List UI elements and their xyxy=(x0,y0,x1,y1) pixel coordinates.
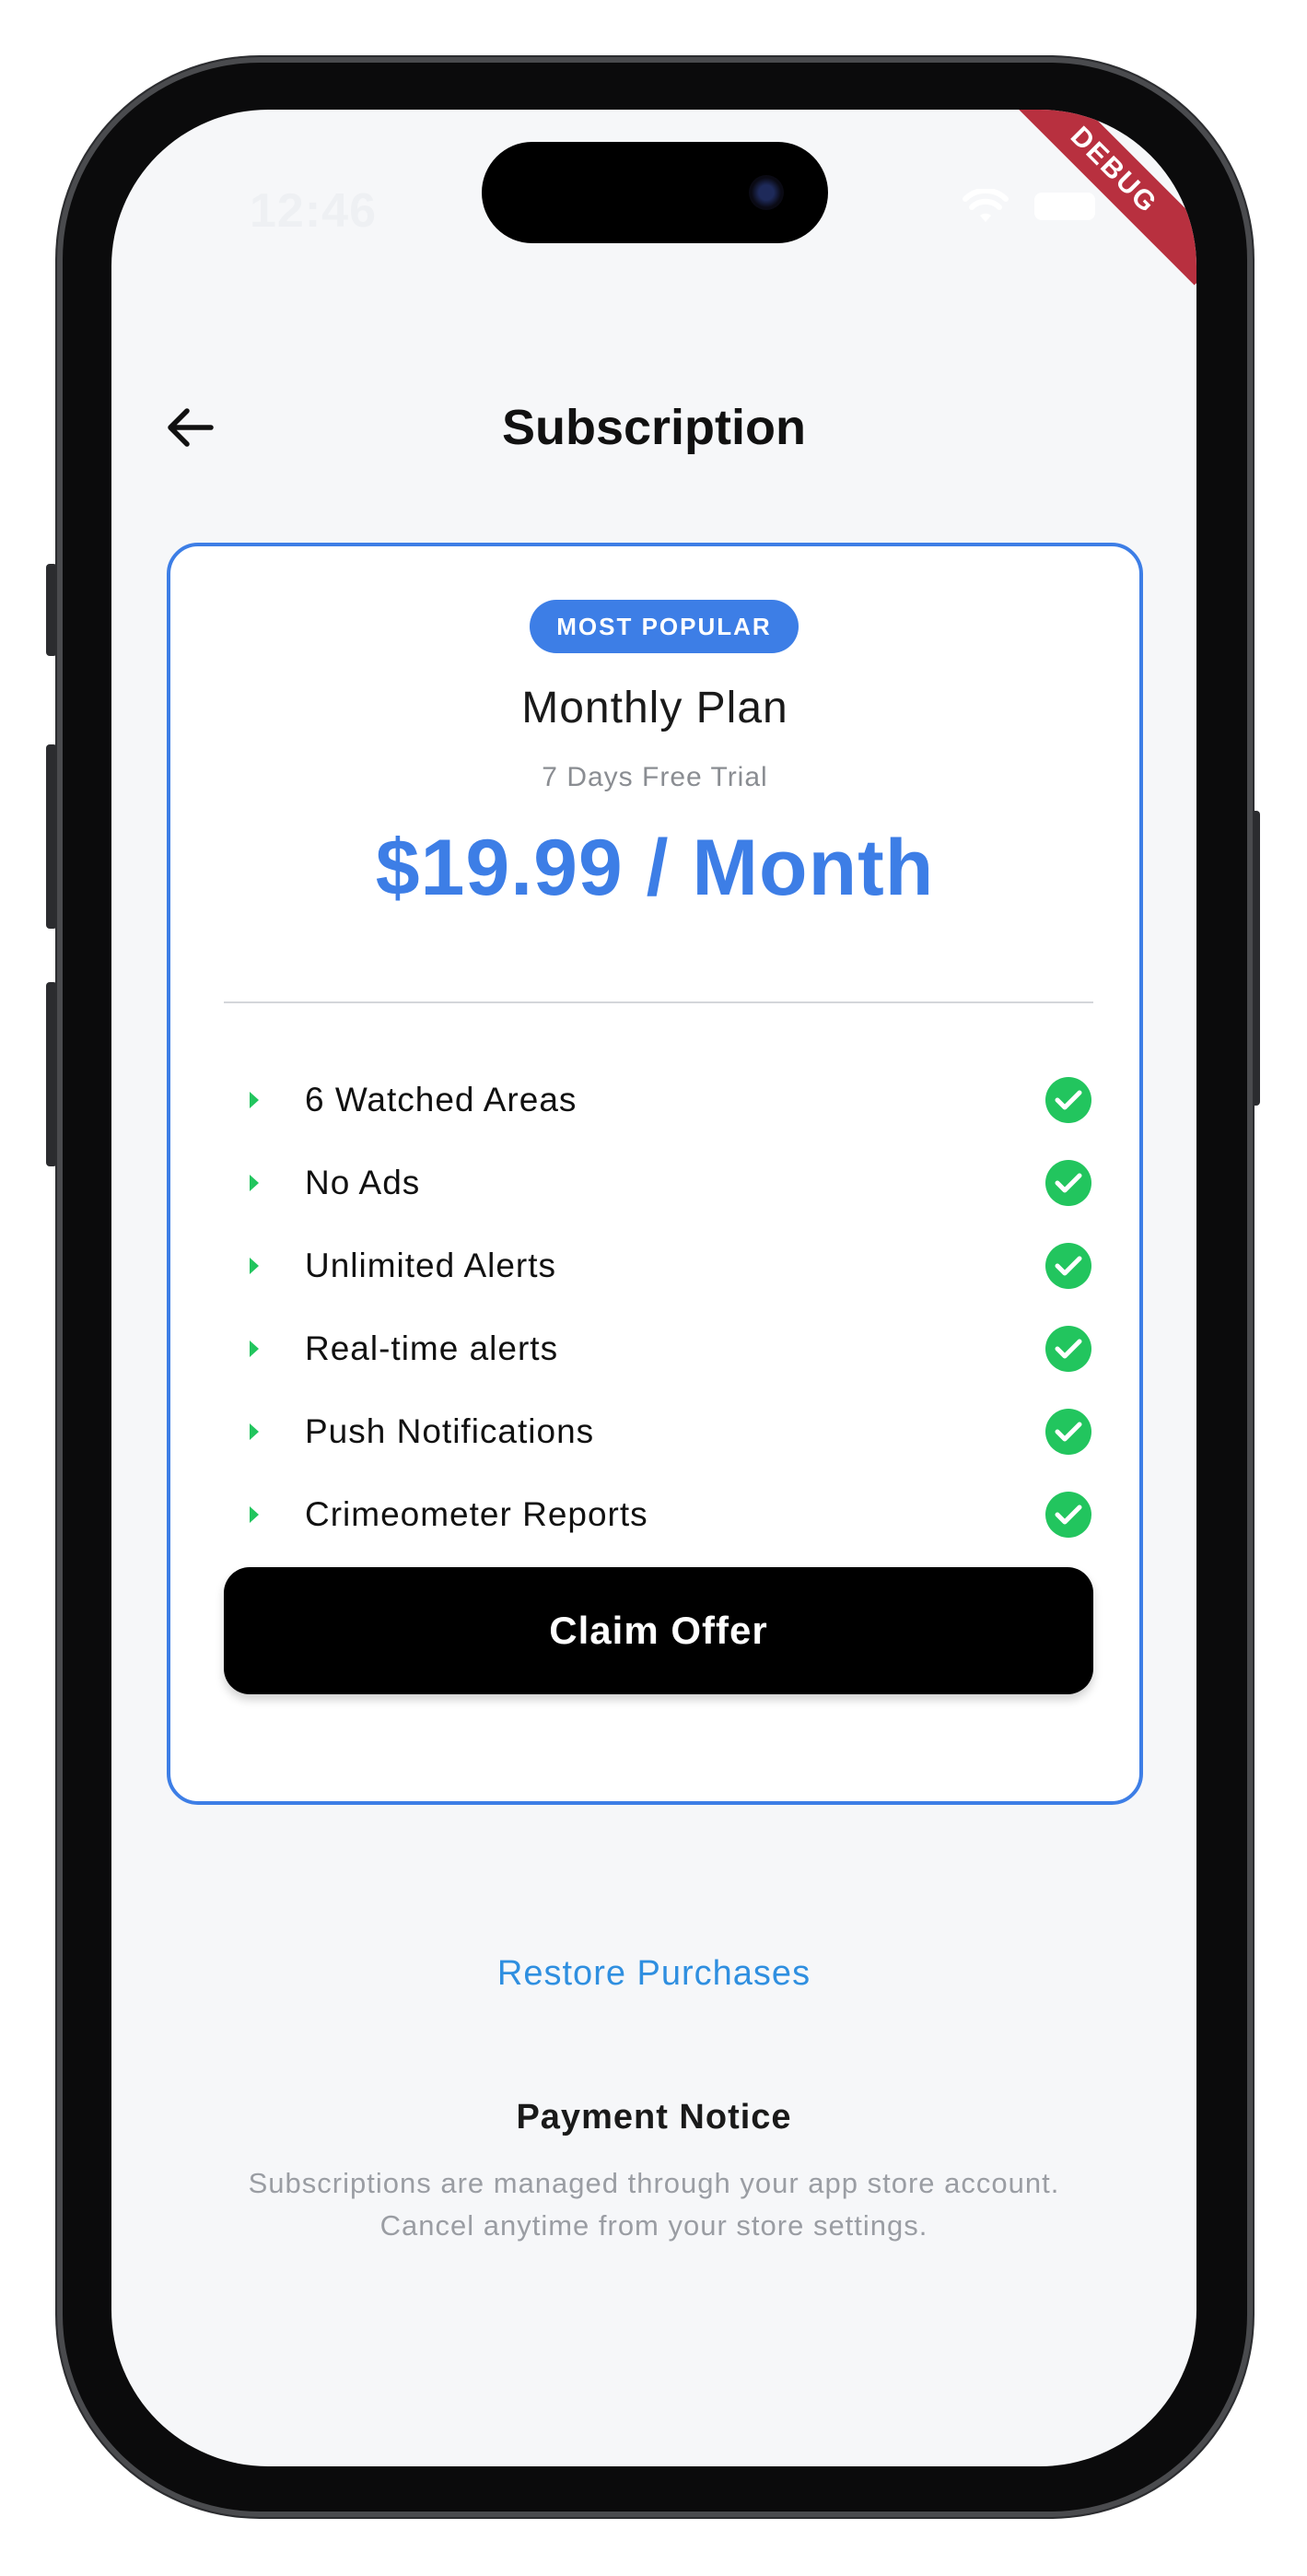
check-circle-icon xyxy=(1045,1409,1091,1455)
plan-price: $19.99 / Month xyxy=(375,824,935,912)
check-circle-icon xyxy=(1045,1326,1091,1372)
payment-notice-line: Subscriptions are managed through your a… xyxy=(248,2167,1060,2199)
feature-item: No Ads xyxy=(224,1142,1093,1224)
page-title: Subscription xyxy=(501,400,806,455)
caret-right-icon xyxy=(242,1420,266,1444)
feature-item: 6 Watched Areas xyxy=(224,1059,1093,1142)
payment-notice-title: Payment Notice xyxy=(516,2098,792,2137)
caret-right-icon xyxy=(242,1503,266,1527)
claim-offer-button[interactable]: Claim Offer xyxy=(224,1567,1093,1694)
caret-right-icon xyxy=(242,1088,266,1112)
page: 12:46 DEBUG Subscription MOST POPULAR Mo… xyxy=(0,0,1307,2576)
feature-label: Unlimited Alerts xyxy=(305,1247,557,1284)
feature-list: 6 Watched Areas No Ads Unlimited Alerts … xyxy=(224,1059,1093,1556)
wifi-icon xyxy=(963,189,1009,222)
app-bar: Subscription xyxy=(111,386,1196,469)
check-circle-icon xyxy=(1045,1160,1091,1206)
caret-right-icon xyxy=(242,1337,266,1361)
feature-label: Push Notifications xyxy=(305,1412,595,1450)
dynamic-island xyxy=(482,142,828,243)
status-icons xyxy=(963,189,1095,224)
action-button xyxy=(46,564,57,656)
feature-label: 6 Watched Areas xyxy=(305,1081,578,1118)
feature-item: Push Notifications xyxy=(224,1390,1093,1473)
trial-text: 7 Days Free Trial xyxy=(542,762,768,792)
check-circle-icon xyxy=(1045,1492,1091,1538)
check-circle-icon xyxy=(1045,1243,1091,1289)
plan-name: Monthly Plan xyxy=(521,684,788,732)
payment-notice-line: Cancel anytime from your store settings. xyxy=(379,2209,928,2242)
feature-label: Crimeometer Reports xyxy=(305,1495,648,1533)
status-time: 12:46 xyxy=(250,184,377,238)
restore-purchases-link[interactable]: Restore Purchases xyxy=(111,1954,1196,1994)
most-popular-badge: MOST POPULAR xyxy=(530,600,799,653)
payment-notice-text: Subscriptions are managed through your a… xyxy=(204,2162,1104,2247)
feature-item: Real-time alerts xyxy=(224,1307,1093,1390)
plan-card: MOST POPULAR Monthly Plan 7 Days Free Tr… xyxy=(167,543,1143,1805)
divider xyxy=(224,1001,1093,1003)
feature-item: Crimeometer Reports xyxy=(224,1473,1093,1556)
screen: 12:46 DEBUG Subscription MOST POPULAR Mo… xyxy=(111,110,1196,2466)
volume-down-button xyxy=(46,982,57,1166)
volume-up-button xyxy=(46,744,57,929)
check-circle-icon xyxy=(1045,1077,1091,1123)
front-camera xyxy=(749,175,784,210)
feature-label: No Ads xyxy=(305,1164,421,1201)
caret-right-icon xyxy=(242,1254,266,1278)
caret-right-icon xyxy=(242,1171,266,1195)
feature-item: Unlimited Alerts xyxy=(224,1224,1093,1307)
battery-icon xyxy=(1034,193,1095,220)
feature-label: Real-time alerts xyxy=(305,1329,559,1367)
